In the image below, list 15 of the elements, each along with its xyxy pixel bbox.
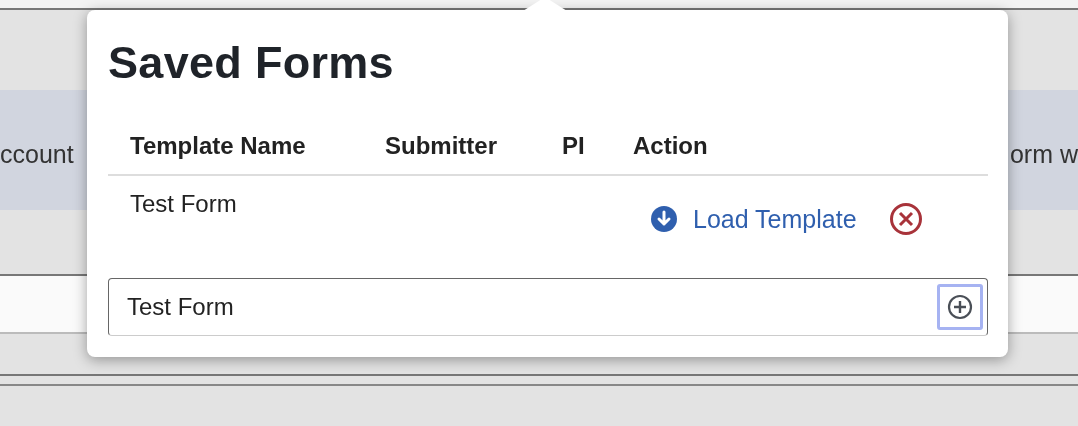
column-header: Action [633,132,709,160]
page-text: orm w [1009,138,1078,169]
template-name-field[interactable]: Test Form [108,278,988,336]
page-text: ccount [0,138,74,169]
column-header: Template Name [130,132,307,160]
load-template-link[interactable]: Load Template [651,204,857,234]
delete-button[interactable] [888,202,923,236]
add-button[interactable] [937,284,983,330]
popover-title: Saved Forms [108,36,395,90]
column-header: Submitter [385,132,498,160]
close-icon [888,202,923,236]
download-icon [651,206,677,232]
column-header: PI [562,132,586,160]
table-cell-text: Test Form [130,190,238,219]
plus-circle-icon [947,294,973,320]
